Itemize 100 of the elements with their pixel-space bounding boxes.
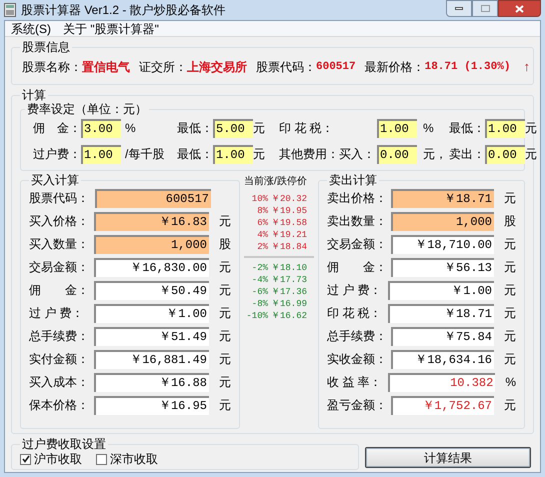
- unit-label: 元: [219, 374, 231, 391]
- limit-price: ￥16.62: [271, 310, 308, 322]
- rate-field[interactable]: 0.00: [485, 144, 525, 164]
- sell-field[interactable]: ￥1,752.67: [391, 396, 494, 414]
- buy-field[interactable]: 1,000: [94, 234, 209, 254]
- field-label: 买入成本：: [29, 374, 90, 391]
- field-label: 总手续费：: [29, 328, 90, 345]
- rate-field[interactable]: 3.00: [81, 118, 121, 138]
- fee-checkbox[interactable]: 沪市收取: [20, 450, 82, 468]
- rate-label: %: [423, 120, 435, 137]
- group-title: 计算: [21, 88, 47, 102]
- sell-field[interactable]: 1,000: [391, 212, 494, 230]
- maximize-button[interactable]: [472, 0, 498, 17]
- checkbox[interactable]: [96, 454, 107, 464]
- limit-price: ￥19.58: [271, 217, 308, 229]
- group-title: 买入计算: [30, 173, 80, 187]
- buy-field[interactable]: ￥16,830.00: [94, 258, 209, 276]
- rate-field[interactable]: 1.00: [377, 118, 417, 138]
- checkbox[interactable]: [20, 454, 31, 464]
- menu-item[interactable]: 系统(S): [11, 22, 51, 36]
- limit-price: ￥18.10: [271, 262, 308, 274]
- buy-field[interactable]: ￥16.95: [94, 396, 209, 414]
- buy-field[interactable]: ￥51.49: [94, 326, 209, 346]
- unit-label: 元: [219, 213, 231, 230]
- fee-checkbox[interactable]: 深市收取: [96, 450, 158, 468]
- limit-percent: -2%: [250, 262, 268, 274]
- sell-field[interactable]: ￥18,710.00: [391, 234, 494, 254]
- sell-field[interactable]: ￥56.13: [391, 258, 494, 276]
- group-title: 卖出计算: [328, 173, 378, 187]
- field-label: 保本价格：: [29, 397, 90, 414]
- info-label: 最新价格：: [364, 59, 425, 76]
- field-label: 印 花 税：: [327, 305, 383, 322]
- unit-label: 元: [504, 259, 516, 276]
- info-value: 600517: [316, 60, 356, 75]
- unit-label: 元: [219, 351, 231, 368]
- sell-field[interactable]: ￥18.71: [391, 188, 494, 208]
- unit-label: 元: [219, 305, 231, 322]
- limit-percent: 10%: [250, 193, 268, 205]
- minimize-button[interactable]: [446, 0, 472, 17]
- sell-field[interactable]: 10.382: [388, 372, 496, 392]
- rate-label: 最低：: [449, 120, 485, 137]
- rate-label: 最低：: [177, 120, 213, 137]
- unit-label: 元: [504, 351, 516, 368]
- rate-label: %: [125, 120, 137, 137]
- rate-label: 佣 金：: [33, 120, 81, 137]
- limit-percent: -8%: [250, 298, 268, 310]
- field-label: 佣 金：: [327, 259, 387, 276]
- field-label: 卖出数量：: [327, 213, 387, 230]
- field-label: 总手续费：: [327, 328, 387, 345]
- window-title: 股票计算器 Ver1.2 - 散户炒股必备软件: [21, 2, 226, 19]
- sell-field[interactable]: ￥1.00: [388, 280, 494, 300]
- limit-price: ￥18.84: [271, 241, 308, 253]
- rate-field[interactable]: 1.00: [213, 144, 253, 164]
- buy-field[interactable]: ￥16.88: [94, 372, 209, 392]
- unit-label: %: [505, 374, 516, 391]
- limit-price: ￥20.32: [271, 193, 308, 205]
- buy-field[interactable]: ￥16,881.49: [94, 350, 209, 368]
- buy-field[interactable]: 600517: [95, 188, 211, 208]
- limit-price: ￥16.99: [271, 298, 308, 310]
- calculate-button[interactable]: 计算结果: [365, 447, 531, 468]
- group-title: 股票信息: [21, 40, 71, 54]
- rate-field[interactable]: 1.00: [81, 144, 121, 164]
- rate-label: 元: [525, 120, 538, 137]
- rate-label: 其他费用：买入：: [279, 146, 376, 163]
- limit-price: ￥17.73: [271, 274, 308, 286]
- checkmark-icon: [22, 455, 30, 463]
- calculator-icon: [4, 3, 16, 17]
- info-value: 上海交易所: [187, 59, 247, 76]
- rate-field[interactable]: 1.00: [485, 118, 525, 138]
- rate-label: 元，: [423, 146, 448, 163]
- field-label: 买入价格：: [29, 213, 90, 230]
- sell-field[interactable]: ￥18,634.16: [391, 350, 494, 368]
- buy-field[interactable]: ￥1.00: [94, 304, 209, 322]
- field-label: 过 户 费：: [327, 282, 383, 299]
- unit-label: 元: [504, 397, 516, 414]
- limit-title: 当前涨/跌停价: [244, 175, 307, 188]
- menu-item[interactable]: 关于 "股票计算器": [63, 22, 159, 36]
- buy-field[interactable]: ￥50.49: [94, 280, 209, 300]
- buy-field[interactable]: ￥16.83: [94, 212, 209, 230]
- field-label: 佣 金：: [29, 282, 90, 299]
- unit-label: 元: [504, 328, 516, 345]
- info-label: 证交所：: [139, 59, 187, 76]
- field-label: 交易金额：: [327, 236, 387, 253]
- rate-label: 元: [525, 146, 538, 163]
- rate-label: 最低：: [177, 146, 213, 163]
- sell-field[interactable]: ￥75.84: [391, 326, 494, 346]
- info-label: 股票名称：: [22, 59, 82, 76]
- rate-label: 元: [253, 120, 266, 137]
- field-label: 过 户 费：: [29, 305, 85, 322]
- sell-field[interactable]: ￥18.71: [388, 304, 494, 322]
- unit-label: 元: [504, 282, 516, 299]
- limit-price: ￥19.95: [271, 205, 308, 217]
- close-button[interactable]: [498, 0, 541, 17]
- trend-arrow: ↑: [523, 58, 530, 76]
- rate-field[interactable]: 0.00: [377, 144, 417, 164]
- rate-field[interactable]: 5.00: [213, 118, 253, 138]
- rate-label: 元: [253, 146, 266, 163]
- rate-label: /每千股: [125, 146, 166, 163]
- unit-label: 元: [504, 236, 516, 253]
- rate-label: 印 花 税：: [279, 120, 335, 137]
